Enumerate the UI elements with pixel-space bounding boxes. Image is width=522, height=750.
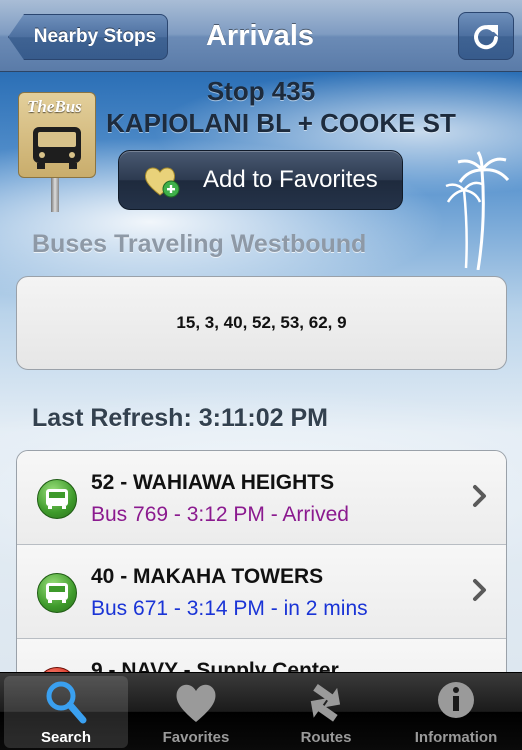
routes-served-box: 15, 3, 40, 52, 53, 62, 9 — [16, 276, 507, 370]
stop-number: Stop 435 — [206, 76, 316, 106]
tab-information-label: Information — [414, 729, 498, 746]
tab-routes[interactable]: Routes — [264, 676, 388, 748]
tab-routes-label: Routes — [300, 729, 352, 746]
palm-trees-decoration — [445, 151, 510, 270]
heart-icon — [176, 684, 216, 722]
bus-icon — [46, 583, 68, 603]
chevron-right-icon — [473, 579, 486, 601]
tab-information[interactable]: Information — [394, 676, 518, 748]
tab-favorites[interactable]: Favorites — [134, 676, 258, 748]
stop-name: KAPIOLANI BL + COOKE ST — [106, 108, 456, 138]
add-to-favorites-label: Add to Favorites — [203, 166, 378, 193]
info-icon — [438, 682, 474, 718]
tab-search-label: Search — [40, 729, 92, 746]
add-to-favorites-button[interactable]: Add to Favorites — [118, 150, 403, 210]
last-refresh-time: Last Refresh: 3:11:02 PM — [32, 404, 328, 432]
bus-status-icon — [37, 479, 77, 519]
arrivals-list: 52 - WAHIAWA HEIGHTS Bus 769 - 3:12 PM -… — [16, 450, 507, 672]
arrival-detail: Bus 769 - 3:12 PM - Arrived — [91, 503, 349, 526]
bus-icon — [46, 489, 68, 509]
arrival-row[interactable]: 9 - NAVY - Supply Center — [17, 639, 506, 672]
arrival-row[interactable]: 52 - WAHIAWA HEIGHTS Bus 769 - 3:12 PM -… — [17, 451, 506, 545]
search-icon — [46, 681, 87, 724]
bus-status-icon — [37, 573, 77, 613]
tab-search[interactable]: Search — [4, 676, 128, 748]
bus-stop-pole — [51, 178, 59, 212]
nearby-stops-back-button[interactable]: Nearby Stops — [8, 14, 168, 60]
tab-favorites-label: Favorites — [162, 729, 230, 746]
routes-icon — [310, 684, 341, 722]
arrival-detail: Bus 671 - 3:14 PM - in 2 mins — [91, 597, 368, 620]
chevron-right-icon — [473, 485, 486, 507]
back-button-label: Nearby Stops — [33, 26, 157, 47]
refresh-button[interactable] — [458, 12, 514, 60]
arrival-route: 9 - NAVY - Supply Center — [91, 659, 339, 672]
arrival-route: 52 - WAHIAWA HEIGHTS — [91, 471, 335, 494]
heart-add-icon — [144, 167, 180, 198]
arrival-row[interactable]: 40 - MAKAHA TOWERS Bus 671 - 3:14 PM - i… — [17, 545, 506, 639]
page-title: Arrivals — [205, 20, 314, 52]
navigation-bar: Nearby Stops Arrivals — [0, 0, 522, 72]
arrival-route: 40 - MAKAHA TOWERS — [91, 565, 324, 588]
routes-served-list: 15, 3, 40, 52, 53, 62, 9 — [176, 313, 347, 332]
refresh-icon — [474, 25, 498, 50]
tab-bar: Search Favorites Routes Information — [0, 672, 522, 750]
direction-heading: Buses Traveling Westbound — [32, 230, 367, 258]
arrivals-content: TheBus Stop 435 KAPIOLANI BL + COOKE ST … — [0, 72, 522, 672]
